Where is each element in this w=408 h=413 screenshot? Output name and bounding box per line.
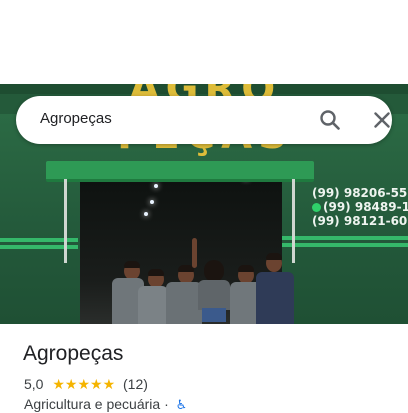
star-rating-icon: ★★★★★ <box>52 376 116 392</box>
rating-value: 5,0 <box>24 376 44 392</box>
phone-number: (99) 98489-1584 <box>312 200 408 214</box>
shop-awning <box>46 161 314 182</box>
phone-numbers-sign: (99) 98206-5557 (99) 98489-1584 (99) 981… <box>312 186 408 228</box>
wheelchair-icon: ♿ <box>175 397 188 412</box>
category-row: Agricultura e pecuária · ♿ <box>24 396 187 413</box>
search-icon[interactable] <box>316 106 344 134</box>
phone-number: (99) 98121-6078 <box>312 214 408 228</box>
wall-stripe <box>282 243 408 247</box>
close-icon[interactable] <box>368 106 396 134</box>
map-area-blank <box>0 0 408 84</box>
wall-stripe <box>282 236 408 240</box>
ceiling-lamp <box>150 200 154 204</box>
search-input[interactable]: Agropeças <box>40 110 112 127</box>
ceiling-lamp <box>144 212 148 216</box>
review-count[interactable]: (12) <box>123 376 148 392</box>
ceiling-lamp <box>154 184 158 188</box>
whatsapp-icon <box>312 203 321 212</box>
awning-pole <box>292 179 295 263</box>
place-category: Agricultura e pecuária <box>24 396 161 412</box>
phone-number: (99) 98206-5557 <box>312 186 408 200</box>
search-bar[interactable]: Agropeças <box>16 96 392 144</box>
separator: · <box>164 396 169 412</box>
rating-row[interactable]: 5,0 ★★★★★ (12) <box>24 376 148 394</box>
place-info-panel[interactable]: Agropeças 5,0 ★★★★★ (12) Agricultura e p… <box>0 324 408 412</box>
place-title: Agropeças <box>23 342 124 365</box>
awning-pole <box>64 179 67 263</box>
